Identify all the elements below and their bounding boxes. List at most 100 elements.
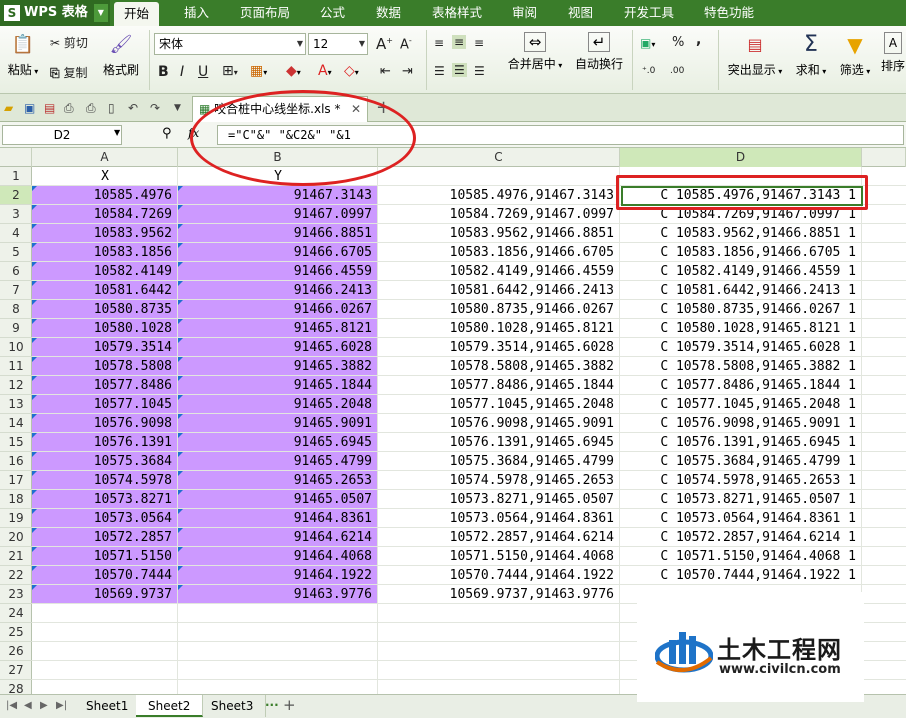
- cell-formula-result[interactable]: C 10570.7444,91464.1922 1: [620, 566, 862, 585]
- cell-y[interactable]: 91466.0267: [178, 300, 378, 319]
- row-header[interactable]: 7: [0, 281, 32, 300]
- align-middle-icon[interactable]: ≡: [452, 35, 467, 49]
- row-header[interactable]: 8: [0, 300, 32, 319]
- cell-y[interactable]: 91466.2413: [178, 281, 378, 300]
- row-header[interactable]: 9: [0, 319, 32, 338]
- sheet-tab-2[interactable]: Sheet2: [136, 695, 204, 717]
- cell-coord[interactable]: 10569.9737,91463.9776: [378, 585, 620, 604]
- cell-x[interactable]: 10580.8735: [32, 300, 178, 319]
- cell-formula-result[interactable]: C 10576.9098,91465.9091 1: [620, 414, 862, 433]
- row-header[interactable]: 3: [0, 205, 32, 224]
- save-icon[interactable]: ▣: [24, 101, 35, 115]
- indent-decrease-icon[interactable]: ⇤: [380, 64, 391, 79]
- undo-icon[interactable]: ↶: [128, 101, 138, 115]
- cell-coord[interactable]: 10577.8486,91465.1844: [378, 376, 620, 395]
- row-header[interactable]: 15: [0, 433, 32, 452]
- clear-format-icon[interactable]: ◇▾: [344, 63, 359, 79]
- cut-button[interactable]: ✂ 剪切: [50, 34, 88, 51]
- cell-x[interactable]: 10578.5808: [32, 357, 178, 376]
- cell-formula-result[interactable]: C 10577.1045,91465.2048 1: [620, 395, 862, 414]
- last-sheet-icon[interactable]: ▶|: [56, 700, 67, 711]
- select-all-corner[interactable]: [0, 148, 32, 167]
- row-header[interactable]: 6: [0, 262, 32, 281]
- cell-x[interactable]: 10573.0564: [32, 509, 178, 528]
- tab-developer[interactable]: 开发工具: [614, 0, 684, 26]
- export-pdf-icon[interactable]: ▤: [44, 101, 55, 115]
- align-bottom-icon[interactable]: ≡: [474, 36, 484, 50]
- cell-formula-result[interactable]: C 10573.0564,91464.8361 1: [620, 509, 862, 528]
- indent-increase-icon[interactable]: ⇥: [402, 64, 413, 79]
- row-header[interactable]: 19: [0, 509, 32, 528]
- tab-insert[interactable]: 插入: [174, 0, 219, 26]
- cell-y[interactable]: 91467.3143: [178, 186, 378, 205]
- prev-sheet-icon[interactable]: ◀: [24, 700, 32, 711]
- row-header[interactable]: 12: [0, 376, 32, 395]
- cell-formula-result[interactable]: C 10577.8486,91465.1844 1: [620, 376, 862, 395]
- cell-formula-result[interactable]: C 10583.9562,91466.8851 1: [620, 224, 862, 243]
- percent-button[interactable]: %: [672, 35, 684, 50]
- cell-formula-result[interactable]: C 10573.8271,91465.0507 1: [620, 490, 862, 509]
- sort-button[interactable]: A 排序: [878, 32, 906, 74]
- tab-review[interactable]: 审阅: [502, 0, 547, 26]
- paste-button[interactable]: 📋 粘贴 ▾: [4, 32, 42, 78]
- tab-page-layout[interactable]: 页面布局: [230, 0, 300, 26]
- cell-formula-result[interactable]: C 10575.3684,91465.4799 1: [620, 452, 862, 471]
- cell-x[interactable]: 10572.2857: [32, 528, 178, 547]
- cell-x[interactable]: 10575.3684: [32, 452, 178, 471]
- font-color-icon[interactable]: A▾: [318, 63, 332, 79]
- cell-formula-result[interactable]: C 10574.5978,91465.2653 1: [620, 471, 862, 490]
- cell-x[interactable]: 10576.1391: [32, 433, 178, 452]
- cell-x[interactable]: 10580.1028: [32, 319, 178, 338]
- cell-coord[interactable]: 10585.4976,91467.3143: [378, 186, 620, 205]
- wrap-text-button[interactable]: ↵ 自动换行: [572, 32, 626, 72]
- column-header-d[interactable]: D: [620, 148, 862, 167]
- underline-button[interactable]: U: [198, 64, 208, 80]
- cell-x[interactable]: 10584.7269: [32, 205, 178, 224]
- decrease-font-icon[interactable]: A-: [400, 36, 412, 52]
- cell-x[interactable]: 10579.3514: [32, 338, 178, 357]
- cell-x[interactable]: 10569.9737: [32, 585, 178, 604]
- cell-formula-result[interactable]: C 10580.1028,91465.8121 1: [620, 319, 862, 338]
- row-header[interactable]: 1: [0, 167, 32, 186]
- cell-formula-result[interactable]: C 10580.8735,91466.0267 1: [620, 300, 862, 319]
- cell-y[interactable]: 91467.0997: [178, 205, 378, 224]
- cell-y[interactable]: 91465.2653: [178, 471, 378, 490]
- cell-coord[interactable]: 10576.9098,91465.9091: [378, 414, 620, 433]
- cell-formula-result[interactable]: C 10576.1391,91465.6945 1: [620, 433, 862, 452]
- row-header[interactable]: 27: [0, 661, 32, 680]
- cell-x[interactable]: 10585.4976: [32, 186, 178, 205]
- tab-table-style[interactable]: 表格样式: [422, 0, 492, 26]
- column-header-c[interactable]: C: [378, 148, 620, 167]
- cell-y[interactable]: 91466.8851: [178, 224, 378, 243]
- add-sheet-icon[interactable]: +: [283, 696, 296, 714]
- cell-x[interactable]: 10577.8486: [32, 376, 178, 395]
- cell-x[interactable]: 10583.9562: [32, 224, 178, 243]
- row-header[interactable]: 4: [0, 224, 32, 243]
- filter-button[interactable]: ▼ 筛选 ▾: [834, 32, 876, 78]
- cell-coord[interactable]: 10575.3684,91465.4799: [378, 452, 620, 471]
- cell-coord[interactable]: 10580.1028,91465.8121: [378, 319, 620, 338]
- cell-coord[interactable]: 10573.0564,91464.8361: [378, 509, 620, 528]
- cell-x[interactable]: 10570.7444: [32, 566, 178, 585]
- tab-formulas[interactable]: 公式: [310, 0, 355, 26]
- cell-coord[interactable]: 10576.1391,91465.6945: [378, 433, 620, 452]
- cell-formula-result[interactable]: C 10579.3514,91465.6028 1: [620, 338, 862, 357]
- align-right-icon[interactable]: ☰: [474, 64, 485, 78]
- row-header[interactable]: 11: [0, 357, 32, 376]
- cell-coord[interactable]: 10581.6442,91466.2413: [378, 281, 620, 300]
- cell-x[interactable]: 10576.9098: [32, 414, 178, 433]
- cell-formula-result[interactable]: C 10581.6442,91466.2413 1: [620, 281, 862, 300]
- cell-y[interactable]: 91464.1922: [178, 566, 378, 585]
- cell-formula-result[interactable]: C 10583.1856,91466.6705 1: [620, 243, 862, 262]
- cell-y[interactable]: 91465.3882: [178, 357, 378, 376]
- cell-y[interactable]: 91465.6028: [178, 338, 378, 357]
- row-header[interactable]: 20: [0, 528, 32, 547]
- row-header[interactable]: 23: [0, 585, 32, 604]
- cell-coord[interactable]: 10580.8735,91466.0267: [378, 300, 620, 319]
- increase-decimal-icon[interactable]: ⁺.0: [642, 66, 655, 76]
- tab-home[interactable]: 开始: [114, 2, 160, 26]
- cell-y[interactable]: 91465.8121: [178, 319, 378, 338]
- cell-coord[interactable]: 10573.8271,91465.0507: [378, 490, 620, 509]
- cell-x[interactable]: 10583.1856: [32, 243, 178, 262]
- cell-x[interactable]: 10573.8271: [32, 490, 178, 509]
